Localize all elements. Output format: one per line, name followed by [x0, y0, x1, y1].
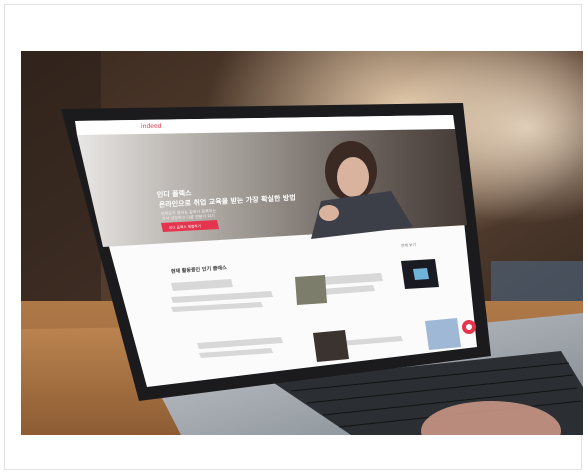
- laptop-photo: indeed 인디 플렉스 온라인으로 취업 교육을 받는 가장 확실한 방법 …: [21, 51, 583, 435]
- image-card: indeed 인디 플렉스 온라인으로 취업 교육을 받는 가장 확실한 방법 …: [4, 4, 583, 470]
- screen-brand: indeed: [141, 123, 162, 130]
- screen-section-more: 전체 보기: [401, 242, 416, 248]
- laptop-scene: indeed 인디 플렉스 온라인으로 취업 교육을 받는 가장 확실한 방법 …: [21, 51, 583, 435]
- screen-hero-line1: 인디 플렉스: [157, 188, 193, 199]
